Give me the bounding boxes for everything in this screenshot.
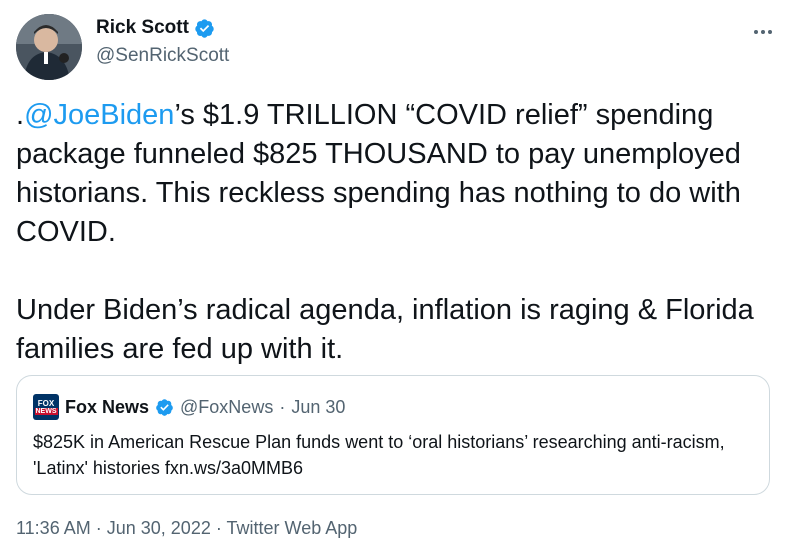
tweet-metadata: 11:36 AM · Jun 30, 2022 · Twitter Web Ap… [16,518,357,539]
more-dot [754,30,758,34]
separator-dot: · [215,518,222,538]
tweet-time[interactable]: 11:36 AM [16,518,91,538]
verified-badge-icon [156,398,173,416]
quoted-date[interactable]: Jun 30 [291,397,345,418]
profile-photo-icon [16,14,82,80]
quoted-author-handle[interactable]: @FoxNews [180,397,273,418]
author-avatar[interactable] [16,14,82,80]
author-handle[interactable]: @SenRickScott [96,45,229,67]
quoted-author-name[interactable]: Fox News [65,397,149,418]
fox-news-logo-icon[interactable]: FOX NEWS [33,394,59,420]
tweet-text: .@JoeBiden’s $1.9 TRILLION “COVID relief… [16,96,786,369]
logo-text-fox: FOX [37,398,55,408]
tweet-lead: . [16,99,25,131]
tweet-date[interactable]: Jun 30, 2022 [107,518,211,538]
author-name[interactable]: Rick Scott [96,17,189,39]
verified-badge-icon [195,18,214,38]
tweet-paragraph-1: .@JoeBiden’s $1.9 TRILLION “COVID relief… [16,96,786,252]
tweet-card: Rick Scott @SenRickScott .@JoeBiden’s $1… [0,0,801,549]
tweet-source-app[interactable]: Twitter Web App [227,518,358,538]
more-dot [761,30,765,34]
more-options-button[interactable] [746,20,780,44]
separator-dot: · [279,396,286,417]
more-dot [768,30,772,34]
logo-text-news: NEWS [34,407,58,415]
author-name-row: Rick Scott [96,17,215,39]
quoted-tweet[interactable]: FOX NEWS Fox News @FoxNews · Jun 30 $825… [16,375,770,495]
mention-link[interactable]: @JoeBiden [24,99,174,131]
separator-dot: · [95,518,102,538]
quoted-tweet-text: $825K in American Rescue Plan funds went… [33,432,725,478]
tweet-paragraph-2: Under Biden’s radical agenda, inflation … [16,294,754,365]
quoted-tweet-header: FOX NEWS Fox News @FoxNews · Jun 30 [33,394,345,420]
